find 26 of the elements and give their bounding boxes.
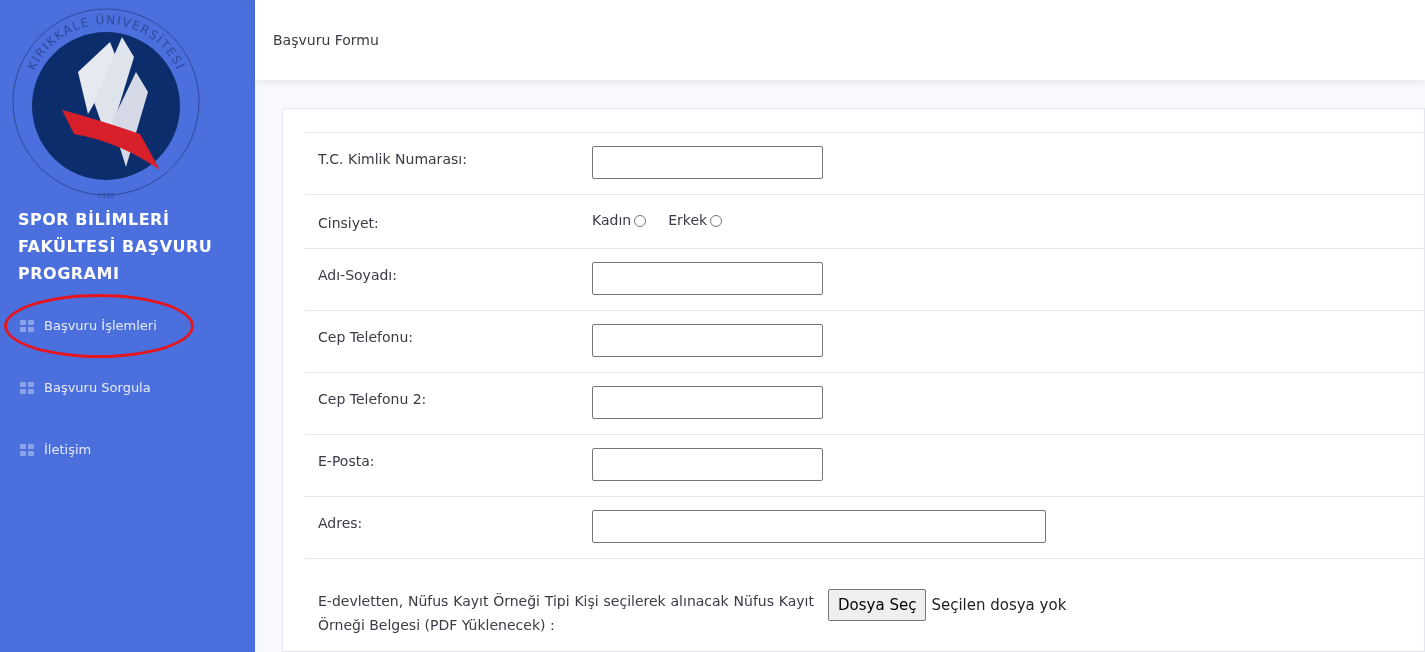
input-field[interactable] [592, 448, 823, 481]
field-label: E-devletten, Nüfus Kayıt Örneği Tipi Kişi seçilerek alınacak Nüfus Kayıt Örneği Belgesi (PDF Yüklenecek) : [318, 592, 815, 635]
page-title: Başvuru Formu [273, 30, 379, 50]
table-icon [20, 382, 34, 394]
field-label: Cep Telefonu 2: [318, 390, 428, 409]
field-label: T.C. Kimlik Numarası: [318, 150, 468, 169]
radio-label: Erkek [668, 211, 708, 230]
field-label: Adı-Soyadı: [318, 266, 398, 285]
sidebar-item[interactable]: İletişim [0, 419, 255, 481]
field-label: Cep Telefonu: [318, 328, 414, 347]
table-icon [20, 444, 34, 456]
input-field[interactable] [592, 262, 823, 295]
table-icon [20, 320, 34, 332]
choose-file-button[interactable]: Dosya Seç [828, 589, 927, 621]
file-status: Seçilen dosya yok [931, 595, 1067, 616]
sidebar-item[interactable]: Başvuru İşlemleri [0, 295, 255, 357]
input-field[interactable] [592, 324, 823, 357]
sidebar-item[interactable]: Başvuru Sorgula [0, 357, 255, 419]
input-field[interactable] [592, 510, 1046, 543]
field-label: E-Posta: [318, 452, 376, 471]
input-field[interactable] [592, 146, 823, 179]
input-field[interactable] [592, 386, 823, 419]
field-label: Adres: [318, 514, 364, 533]
radio-label: Kadın [592, 211, 632, 230]
field-label: Cinsiyet: [318, 214, 380, 233]
brand-title: SPOR BİLİMLERİ FAKÜLTESİ BAŞVURU PROGRAMI [18, 209, 214, 285]
